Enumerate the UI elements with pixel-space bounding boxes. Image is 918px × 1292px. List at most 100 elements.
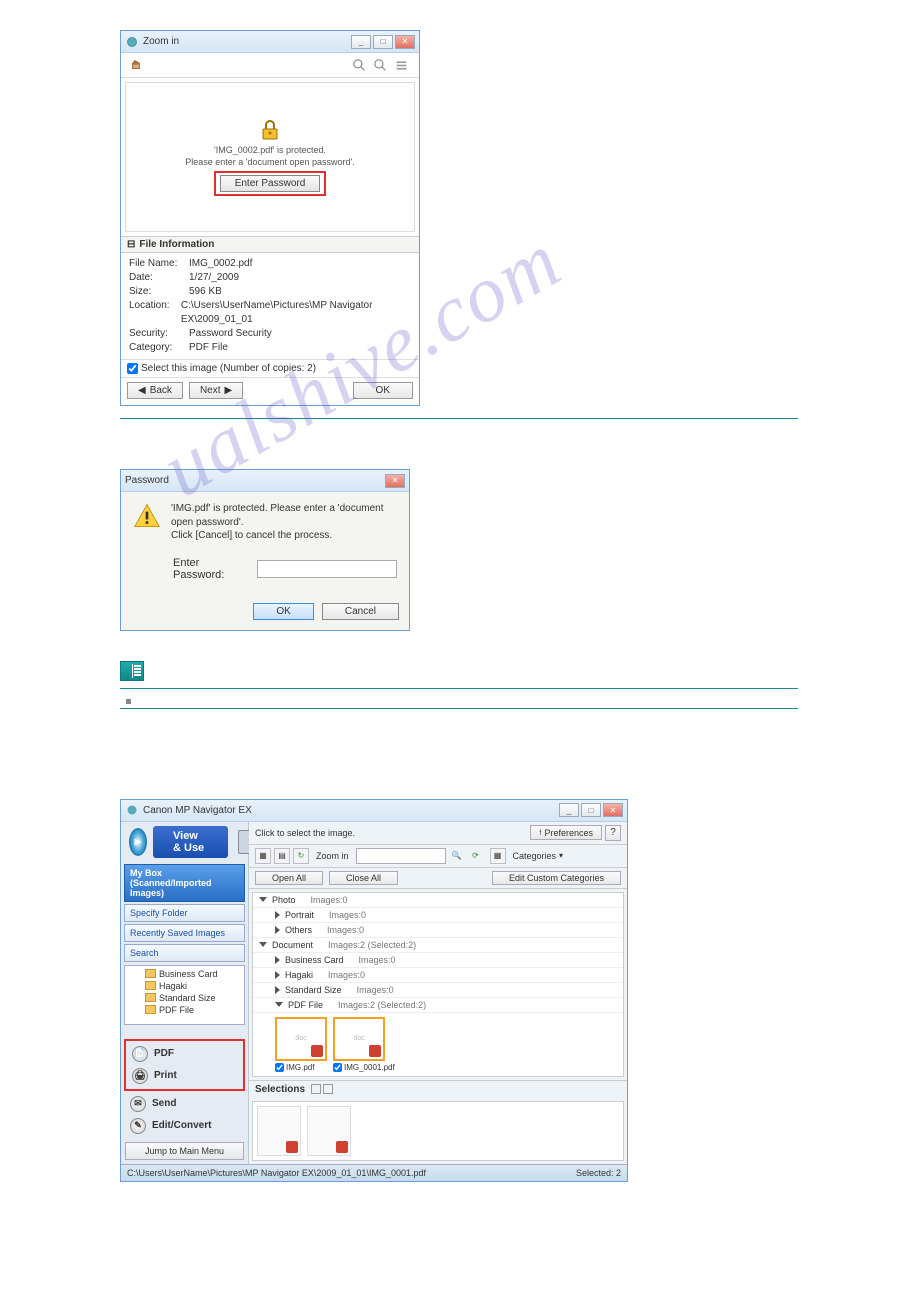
tab-mybox[interactable]: My Box (Scanned/Imported Images): [124, 864, 245, 902]
folder-tree[interactable]: Business Card Hagaki Standard Size PDF F…: [124, 965, 245, 1025]
folder-icon: [145, 993, 156, 1002]
nav-maximize-button[interactable]: □: [581, 803, 601, 817]
category-pdf-file[interactable]: PDF File Images:2 (Selected:2): [253, 998, 623, 1013]
action-print[interactable]: 🖨Print: [126, 1065, 243, 1087]
status-path: C:\Users\UserName\Pictures\MP Navigator …: [127, 1168, 426, 1178]
thumb-checkbox[interactable]: [275, 1063, 284, 1072]
help-button[interactable]: ?: [605, 825, 621, 841]
folder-icon: [145, 981, 156, 990]
warning-icon: [133, 502, 161, 530]
size-value: 596 KB: [189, 285, 222, 299]
category-photo[interactable]: Photo Images:0: [253, 893, 623, 908]
nav-window-title: Canon MP Navigator EX: [143, 805, 252, 816]
thumb-caption: IMG_0001.pdf: [344, 1063, 395, 1072]
select-image-label: Select this image (Number of copies: 2): [141, 363, 316, 374]
slider-icon: ⟊: [539, 827, 541, 838]
category-hagaki[interactable]: Hagaki Images:0: [253, 968, 623, 983]
select-image-checkbox[interactable]: [127, 363, 138, 374]
category-document[interactable]: Document Images:2 (Selected:2): [253, 938, 623, 953]
protected-message: 'IMG_0002.pdf' is protected. Please ente…: [185, 145, 355, 168]
category-portrait[interactable]: Portrait Images:0: [253, 908, 623, 923]
nav-app-icon: [125, 803, 139, 817]
nav-close-button[interactable]: ✕: [603, 803, 623, 817]
dialog-ok-button[interactable]: OK: [253, 603, 313, 620]
dialog-close-button[interactable]: ✕: [385, 474, 405, 488]
tab-search[interactable]: Search: [124, 944, 245, 962]
nav-minimize-button[interactable]: _: [559, 803, 579, 817]
dialog-cancel-button[interactable]: Cancel: [322, 603, 399, 620]
note-icon: [120, 661, 144, 681]
deselect-all-icon[interactable]: [323, 1084, 333, 1094]
zoom-in-icon[interactable]: [350, 56, 368, 74]
category-others[interactable]: Others Images:0: [253, 923, 623, 938]
enter-password-button[interactable]: Enter Password: [220, 175, 321, 192]
grid-small-icon[interactable]: ▦: [490, 848, 506, 864]
search-input[interactable]: [356, 848, 446, 864]
magnify-icon[interactable]: 🔍: [449, 848, 465, 864]
rotate-icon[interactable]: ↻: [293, 848, 309, 864]
maximize-button[interactable]: □: [373, 35, 393, 49]
password-input[interactable]: [257, 560, 397, 578]
next-button[interactable]: Next▶: [189, 382, 243, 399]
chevron-right-icon: ▶: [225, 385, 233, 396]
open-all-button[interactable]: Open All: [255, 871, 323, 885]
list-icon[interactable]: [392, 56, 410, 74]
tab-recently-saved[interactable]: Recently Saved Images: [124, 924, 245, 942]
file-info-table: File Name:IMG_0002.pdf Date:1/27/_2009 S…: [121, 253, 419, 359]
send-icon: ✉: [130, 1096, 146, 1112]
tree-item: PDF File: [127, 1004, 242, 1016]
enter-password-label: Enter Password:: [173, 557, 251, 581]
status-bar: C:\Users\UserName\Pictures\MP Navigator …: [121, 1164, 627, 1181]
select-image-row: Select this image (Number of copies: 2): [121, 359, 419, 377]
category-standard-size[interactable]: Standard Size Images:0: [253, 983, 623, 998]
tree-item: Hagaki: [127, 980, 242, 992]
collapse-icon: ⊟: [127, 239, 135, 250]
view-use-button[interactable]: View & Use: [153, 826, 228, 858]
dialog-titlebar[interactable]: Password ✕: [121, 470, 409, 492]
actions-highlight: 📄PDF 🖨Print: [124, 1039, 245, 1091]
titlebar[interactable]: Zoom in _ □ ✕: [121, 31, 419, 53]
list-view-icon[interactable]: ▤: [274, 848, 290, 864]
action-edit[interactable]: ✎Edit/Convert: [124, 1115, 245, 1137]
app-icon: [125, 35, 139, 49]
tab-specify-folder[interactable]: Specify Folder: [124, 904, 245, 922]
zoom-in-toolbar-label[interactable]: Zoom in: [316, 851, 349, 861]
actions-panel: 📄PDF 🖨Print ✉Send ✎Edit/Convert: [124, 1039, 245, 1137]
selection-thumb[interactable]: [307, 1106, 351, 1156]
note-divider: [120, 688, 798, 689]
action-pdf[interactable]: 📄PDF: [126, 1043, 243, 1065]
back-button[interactable]: ◀Back: [127, 382, 183, 399]
status-selected: Selected: 2: [576, 1168, 621, 1178]
nav-titlebar[interactable]: Canon MP Navigator EX _ □ ✕: [121, 800, 627, 822]
toolbar: [121, 53, 419, 78]
note-divider-2: [120, 708, 798, 709]
chevron-down-icon[interactable]: ▾: [559, 851, 563, 860]
preferences-button[interactable]: ⟊Preferences: [530, 825, 602, 840]
thumbnail-row: doc IMG.pdf doc IMG_0001.pdf: [253, 1013, 623, 1076]
hand-icon[interactable]: [127, 56, 145, 74]
ok-button[interactable]: OK: [353, 382, 413, 399]
enter-password-highlight: Enter Password: [214, 171, 327, 196]
jump-main-menu-button[interactable]: Jump to Main Menu: [125, 1142, 244, 1160]
category-label: Category:: [129, 341, 189, 355]
close-all-button[interactable]: Close All: [329, 871, 398, 885]
security-value: Password Security: [189, 327, 272, 341]
refresh-icon[interactable]: ⟳: [468, 848, 484, 864]
edit-custom-categories-button[interactable]: Edit Custom Categories: [492, 871, 621, 885]
edit-icon: ✎: [130, 1118, 146, 1134]
file-name-value: IMG_0002.pdf: [189, 257, 252, 271]
close-button[interactable]: ✕: [395, 35, 415, 49]
minimize-button[interactable]: _: [351, 35, 371, 49]
thumbnail[interactable]: doc IMG_0001.pdf: [333, 1017, 385, 1072]
grid-view-icon[interactable]: ▦: [255, 848, 271, 864]
sidebar: View & Use My Box (Scanned/Imported Imag…: [121, 822, 249, 1164]
selection-thumb[interactable]: [257, 1106, 301, 1156]
zoom-out-icon[interactable]: [371, 56, 389, 74]
select-all-icon[interactable]: [311, 1084, 321, 1094]
categories-label[interactable]: Categories: [513, 851, 557, 861]
action-send[interactable]: ✉Send: [124, 1093, 245, 1115]
thumbnail[interactable]: doc IMG.pdf: [275, 1017, 327, 1072]
file-info-header[interactable]: ⊟ File Information: [121, 236, 419, 253]
category-business-card[interactable]: Business Card Images:0: [253, 953, 623, 968]
thumb-checkbox[interactable]: [333, 1063, 342, 1072]
